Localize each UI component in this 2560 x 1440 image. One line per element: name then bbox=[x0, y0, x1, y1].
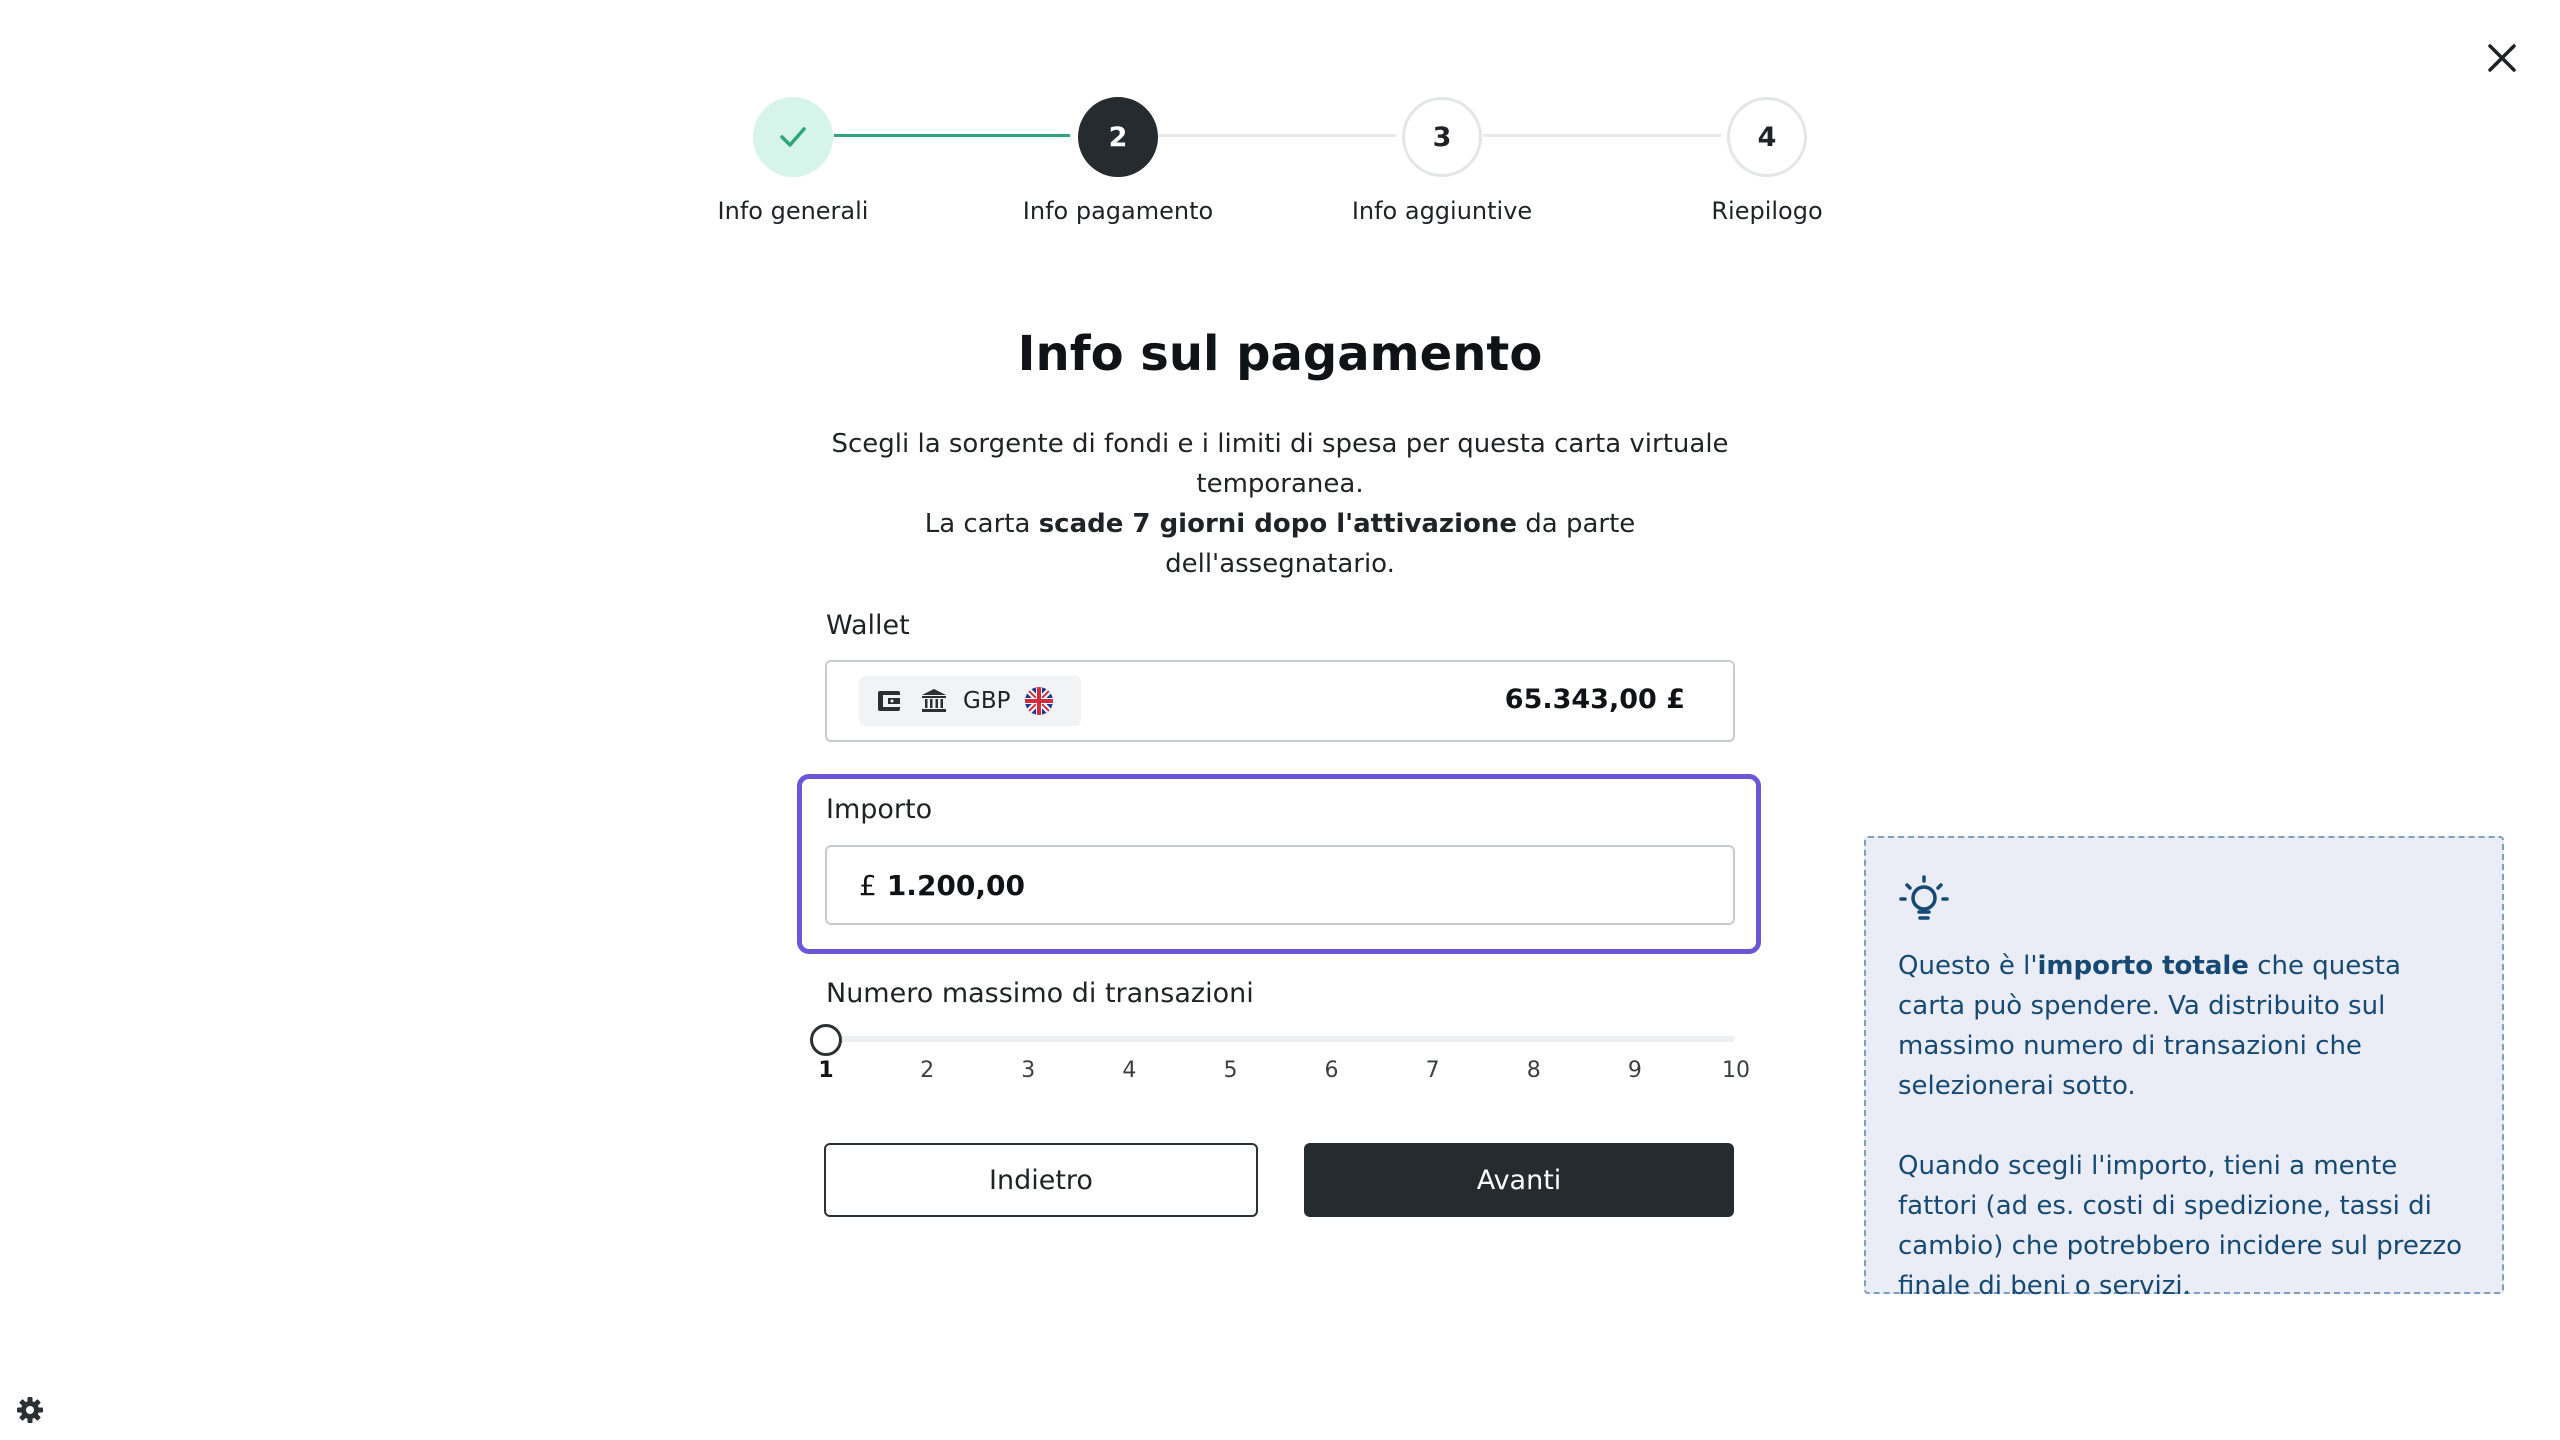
tip-paragraph-1: Questo è l'importo totale che questa car… bbox=[1898, 946, 2470, 1106]
step-connector-3 bbox=[1483, 134, 1721, 137]
slider-tick-2[interactable]: 2 bbox=[907, 1058, 947, 1083]
wallet-icon bbox=[878, 691, 900, 711]
subtitle-line-2: La carta scade 7 giorni dopo l'attivazio… bbox=[830, 504, 1730, 584]
wallet-select[interactable]: GBP 65.343,00 £ bbox=[825, 660, 1735, 742]
step-4-label: Riepilogo bbox=[1711, 197, 1823, 225]
check-icon bbox=[780, 127, 806, 147]
step-3-indicator: 3 bbox=[1402, 97, 1482, 177]
tip-p1-bold: importo totale bbox=[2037, 951, 2249, 981]
step-4-number: 4 bbox=[1757, 121, 1777, 153]
tip-p1-start: Questo è l' bbox=[1898, 951, 2038, 981]
step-connector-1 bbox=[834, 134, 1070, 137]
step-1-indicator[interactable] bbox=[753, 97, 833, 177]
slider-tick-6[interactable]: 6 bbox=[1312, 1058, 1352, 1083]
subtitle-line-1: Scegli la sorgente di fondi e i limiti d… bbox=[831, 429, 1729, 499]
uk-flag-icon bbox=[1025, 687, 1054, 715]
amount-currency-symbol: £ bbox=[859, 868, 877, 902]
amount-label: Importo bbox=[826, 794, 933, 825]
slider-tick-10[interactable]: 10 bbox=[1716, 1058, 1756, 1083]
step-2-indicator: 2 bbox=[1078, 97, 1158, 177]
wallet-chip: GBP bbox=[859, 676, 1081, 726]
subtitle-text: La carta bbox=[924, 509, 1039, 539]
slider-tick-1[interactable]: 1 bbox=[806, 1058, 846, 1083]
amount-input[interactable]: £ 1.200,00 bbox=[825, 845, 1735, 925]
wallet-currency: GBP bbox=[963, 688, 1011, 714]
page-subtitle: Scegli la sorgente di fondi e i limiti d… bbox=[830, 424, 1730, 584]
wallet-label: Wallet bbox=[826, 610, 910, 641]
step-2-number: 2 bbox=[1108, 121, 1128, 153]
gear-icon[interactable] bbox=[14, 1394, 46, 1426]
tip-box: Questo è l'importo totale che questa car… bbox=[1864, 836, 2504, 1301]
wallet-balance: 65.343,00 £ bbox=[1504, 684, 1685, 715]
back-button[interactable]: Indietro bbox=[824, 1143, 1258, 1217]
max-transactions-label: Numero massimo di transazioni bbox=[826, 978, 1254, 1009]
stepper: 2 3 4 Info generali Info pagamento Info … bbox=[0, 0, 2560, 240]
amount-value: 1.200,00 bbox=[886, 868, 1025, 902]
slider-tick-5[interactable]: 5 bbox=[1210, 1058, 1250, 1083]
tip-paragraph-2: Quando scegli l'importo, tieni a mente f… bbox=[1898, 1151, 2463, 1301]
step-connector-2 bbox=[1158, 134, 1396, 137]
step-1-label: Info generali bbox=[717, 197, 869, 225]
step-3-label: Info aggiuntive bbox=[1351, 197, 1533, 225]
step-4-indicator: 4 bbox=[1727, 97, 1807, 177]
transactions-slider-track[interactable] bbox=[825, 1036, 1735, 1042]
lightbulb-icon bbox=[1899, 875, 1949, 920]
slider-tick-9[interactable]: 9 bbox=[1615, 1058, 1655, 1083]
step-3-number: 3 bbox=[1432, 121, 1452, 153]
page-title: Info sul pagamento bbox=[1017, 326, 1543, 382]
bank-icon bbox=[922, 689, 946, 712]
slider-tick-8[interactable]: 8 bbox=[1514, 1058, 1554, 1083]
slider-tick-7[interactable]: 7 bbox=[1413, 1058, 1453, 1083]
transactions-slider-thumb[interactable] bbox=[810, 1024, 842, 1056]
tip-text: Questo è l'importo totale che questa car… bbox=[1898, 946, 2470, 1306]
step-2-label: Info pagamento bbox=[1022, 197, 1214, 225]
slider-tick-4[interactable]: 4 bbox=[1109, 1058, 1149, 1083]
subtitle-expiry-bold: scade 7 giorni dopo l'attivazione bbox=[1038, 509, 1517, 539]
next-button[interactable]: Avanti bbox=[1304, 1143, 1734, 1217]
slider-tick-3[interactable]: 3 bbox=[1008, 1058, 1048, 1083]
